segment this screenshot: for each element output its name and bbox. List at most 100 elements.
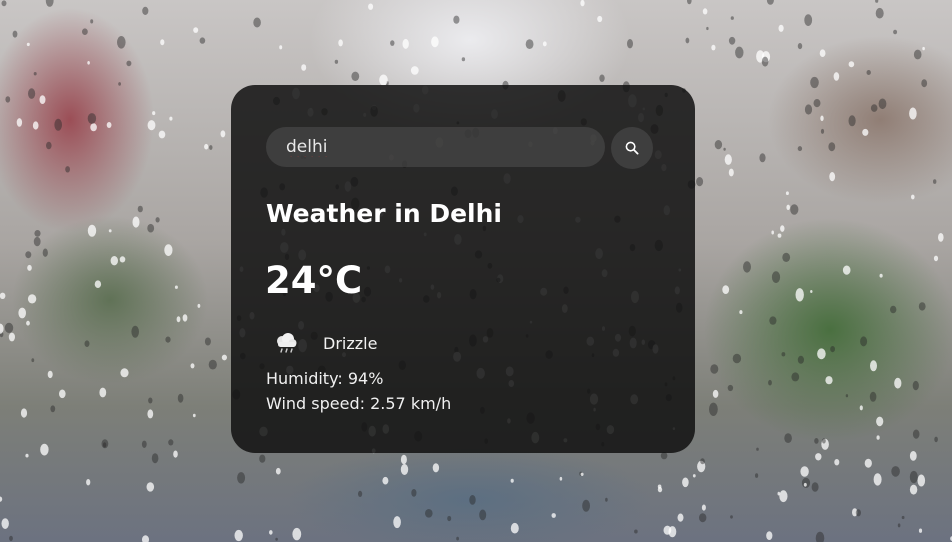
- raindrop: [795, 288, 804, 302]
- raindrop: [785, 191, 789, 195]
- raindrop: [700, 458, 705, 465]
- raindrop: [147, 120, 156, 131]
- raindrop: [32, 121, 39, 130]
- raindrop: [368, 3, 374, 10]
- raindrop: [790, 204, 799, 215]
- raindrop: [94, 280, 102, 289]
- raindrop: [204, 143, 209, 150]
- raindrop: [28, 88, 36, 99]
- raindrop: [909, 470, 918, 484]
- raindrop: [117, 36, 126, 49]
- raindrop: [292, 527, 302, 541]
- raindrop: [921, 79, 928, 88]
- raindrop: [766, 531, 773, 540]
- raindrop: [174, 285, 178, 289]
- raindrop: [901, 515, 905, 520]
- raindrop: [234, 529, 243, 542]
- raindrop: [709, 402, 718, 416]
- raindrop: [922, 46, 925, 51]
- raindrop: [864, 458, 872, 468]
- raindrop: [197, 303, 201, 308]
- raindrop: [275, 467, 281, 475]
- raindrop: [780, 225, 785, 232]
- raindrop: [18, 307, 27, 319]
- raindrop: [730, 515, 733, 519]
- raindrop: [771, 230, 774, 235]
- raindrop: [687, 0, 692, 5]
- raindrop: [933, 179, 937, 184]
- raindrop: [912, 380, 919, 391]
- raindrop: [47, 370, 53, 379]
- raindrop: [769, 316, 777, 325]
- raindrop: [402, 38, 409, 49]
- humidity-text: Humidity: 94%: [266, 369, 384, 388]
- raindrop: [8, 332, 15, 342]
- raindrop: [777, 491, 781, 496]
- raindrop: [301, 64, 307, 71]
- search-button[interactable]: [611, 127, 653, 169]
- raindrop: [221, 354, 227, 361]
- raindrop: [400, 464, 409, 475]
- raindrop: [677, 513, 684, 522]
- raindrop: [933, 255, 939, 262]
- raindrop: [912, 429, 920, 439]
- raindrop: [45, 0, 54, 7]
- raindrop: [701, 504, 706, 511]
- raindrop: [727, 384, 734, 392]
- raindrop: [743, 261, 751, 273]
- raindrop: [833, 72, 840, 81]
- raindrop: [1, 518, 9, 529]
- raindrop: [50, 405, 56, 413]
- raindrop: [819, 49, 826, 57]
- raindrop: [699, 513, 707, 523]
- weather-card: Weather in Delhi 24°C Drizzle Humidity: …: [231, 85, 695, 453]
- raindrop: [696, 177, 704, 187]
- raindrop: [90, 19, 94, 24]
- raindrop: [54, 118, 62, 131]
- raindrop: [160, 39, 165, 46]
- raindrop: [148, 397, 153, 404]
- raindrop: [25, 251, 32, 259]
- raindrop: [797, 43, 803, 50]
- search-input[interactable]: [266, 127, 605, 167]
- raindrop: [605, 497, 608, 502]
- raindrop: [597, 15, 603, 23]
- raindrop: [845, 394, 849, 398]
- raindrop: [559, 476, 563, 481]
- raindrop: [829, 172, 836, 182]
- raindrop: [692, 474, 696, 478]
- raindrop: [685, 37, 690, 44]
- raindrop: [766, 0, 774, 5]
- raindrop: [33, 72, 37, 76]
- raindrop: [702, 8, 708, 15]
- raindrop: [84, 340, 90, 348]
- raindrop: [582, 499, 590, 512]
- raindrop: [90, 123, 97, 132]
- raindrop: [168, 439, 174, 446]
- raindrop: [894, 377, 902, 389]
- raindrop: [917, 474, 926, 487]
- raindrop: [525, 39, 534, 49]
- raindrop: [110, 256, 119, 266]
- raindrop: [82, 28, 88, 35]
- raindrop: [712, 389, 719, 398]
- raindrop: [800, 466, 809, 477]
- raindrop: [16, 118, 23, 127]
- raindrop: [782, 252, 791, 262]
- raindrop: [453, 15, 460, 24]
- raindrop: [479, 509, 487, 521]
- raindrop: [190, 363, 195, 369]
- raindrop: [199, 37, 206, 44]
- raindrop: [848, 115, 856, 127]
- raindrop: [778, 24, 784, 32]
- raindrop: [147, 223, 155, 233]
- raindrop: [358, 490, 363, 497]
- raindrop: [814, 438, 819, 444]
- raindrop: [834, 459, 840, 466]
- raindrop: [131, 325, 139, 338]
- raindrop: [65, 166, 70, 173]
- raindrop: [815, 531, 825, 542]
- raindrop: [33, 236, 41, 247]
- raindrop: [817, 348, 826, 360]
- raindrop: [27, 294, 37, 304]
